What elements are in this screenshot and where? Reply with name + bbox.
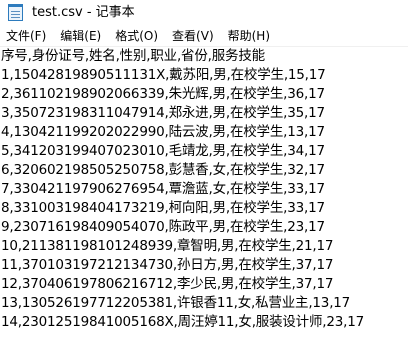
menu-file[interactable]: 文件(F)	[0, 26, 53, 46]
text-line: 10,211381198101248939,章智明,男,在校学生,21,17	[1, 238, 334, 254]
text-line: 2,361102198902066339,朱光辉,男,在校学生,36,17	[1, 86, 325, 102]
text-line: 5,341203199407023010,毛靖龙,男,在校学生,34,17	[1, 143, 325, 159]
text-line-header: 序号,身份证号,姓名,性别,职业,省份,服务技能	[1, 48, 265, 64]
text-line: 9,230716198409054070,陈政平,男,在校学生,23,17	[1, 219, 325, 235]
text-line: 1,15042819890511131X,戴苏阳,男,在校学生,15,17	[1, 67, 326, 83]
text-line: 8,331003198404173219,柯向阳,男,在校学生,33,17	[1, 200, 325, 216]
menu-view[interactable]: 查看(V)	[165, 26, 221, 46]
title-bar: test.csv - 记事本	[0, 0, 408, 26]
text-editor-area[interactable]: 序号,身份证号,姓名,性别,职业,省份,服务技能 1,1504281989051…	[0, 47, 408, 361]
text-line: 3,350723198311047914,郑永进,男,在校学生,35,17	[1, 105, 325, 121]
text-line: 6,320602198505250758,彭慧香,女,在校学生,32,17	[1, 162, 325, 178]
text-line: 12,370406197806216712,李少民,男,在校学生,37,17	[1, 276, 334, 292]
text-line: 14,23012519841005168X,周汪婷11,女,服装设计师,23,1…	[1, 314, 365, 330]
text-line: 7,330421197906276954,覃澹蓝,女,在校学生,33,17	[1, 181, 325, 197]
text-line: 11,370103197212134730,孙日方,男,在校学生,37,17	[1, 257, 334, 273]
menu-help[interactable]: 帮助(H)	[221, 26, 277, 46]
text-line: 4,130421199202022990,陆云波,男,在校学生,13,17	[1, 124, 325, 140]
menu-bar: 文件(F) 编辑(E) 格式(O) 查看(V) 帮助(H)	[0, 26, 408, 47]
notepad-icon	[8, 4, 23, 21]
menu-format[interactable]: 格式(O)	[108, 26, 165, 46]
text-line: 13,130526197712205381,许银香11,女,私营业主,13,17	[1, 295, 351, 311]
window-title: test.csv - 记事本	[32, 5, 135, 20]
menu-edit[interactable]: 编辑(E)	[53, 26, 108, 46]
